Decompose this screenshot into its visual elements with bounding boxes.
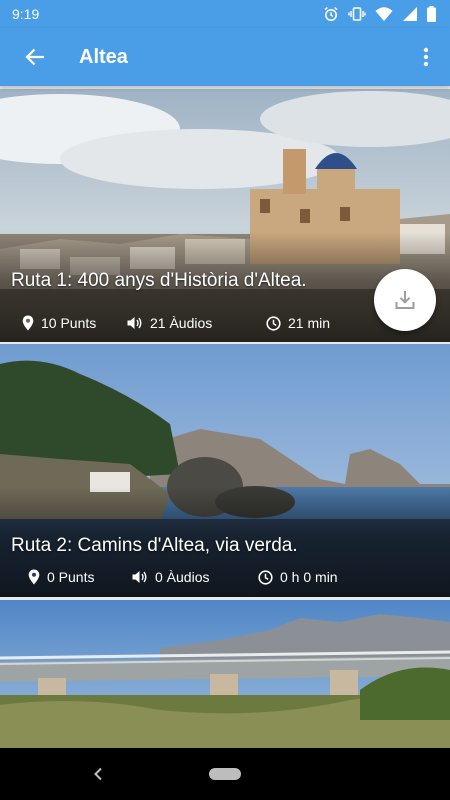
route-points: 10 Punts [22, 315, 96, 331]
route-points-text: 0 Punts [47, 569, 95, 585]
location-pin-icon [28, 569, 40, 585]
more-vert-icon [423, 47, 429, 67]
download-icon [395, 291, 415, 309]
route-card[interactable] [0, 600, 450, 748]
back-button[interactable] [7, 29, 63, 85]
route-duration-text: 0 h 0 min [280, 569, 338, 585]
app-bar: Altea [0, 28, 450, 86]
route-duration-text: 21 min [288, 315, 331, 331]
clock-icon [266, 315, 281, 331]
route-points: 0 Punts [28, 569, 94, 585]
more-options-button[interactable] [406, 29, 446, 85]
route-audios-text: 0 Àudios [155, 569, 210, 585]
route-audios: 21 Àudios [127, 315, 212, 331]
location-pin-icon [22, 315, 34, 331]
route-list: Ruta 1: 400 anys d'Història d'Altea. 10 … [0, 86, 450, 748]
route-duration: 21 min [266, 315, 330, 331]
volume-icon [127, 317, 142, 329]
volume-icon [132, 571, 147, 583]
route-duration: 0 h 0 min [258, 569, 338, 585]
alarm-icon [324, 7, 338, 21]
clock-icon [258, 569, 273, 585]
wifi-icon [375, 7, 393, 21]
battery-icon [427, 6, 436, 22]
nav-home-pill-icon[interactable] [209, 768, 241, 780]
route-photo-bridge [0, 600, 450, 748]
route-card[interactable]: Ruta 1: 400 anys d'Història d'Altea. 10 … [0, 89, 450, 342]
route-audios: 0 Àudios [132, 569, 209, 585]
system-nav-bar [0, 748, 450, 800]
status-bar: 9:19 [0, 0, 450, 28]
arrow-left-icon [25, 48, 44, 66]
route-points-text: 10 Punts [41, 315, 97, 331]
route-title: Ruta 1: 400 anys d'Història d'Altea. [11, 270, 307, 291]
status-time: 9:19 [12, 6, 40, 22]
vibrate-icon [348, 7, 366, 21]
nav-back-button[interactable] [88, 762, 108, 786]
route-title: Ruta 2: Camins d'Altea, via verda. [11, 535, 298, 556]
route-card[interactable]: Ruta 2: Camins d'Altea, via verda. 0 Pun… [0, 344, 450, 597]
status-icons [323, 6, 436, 22]
nav-back-chevron-icon [94, 767, 102, 781]
page-title: Altea [79, 45, 128, 68]
signal-icon [403, 7, 417, 21]
download-route-button[interactable] [374, 269, 436, 331]
route-audios-text: 21 Àudios [150, 315, 213, 331]
